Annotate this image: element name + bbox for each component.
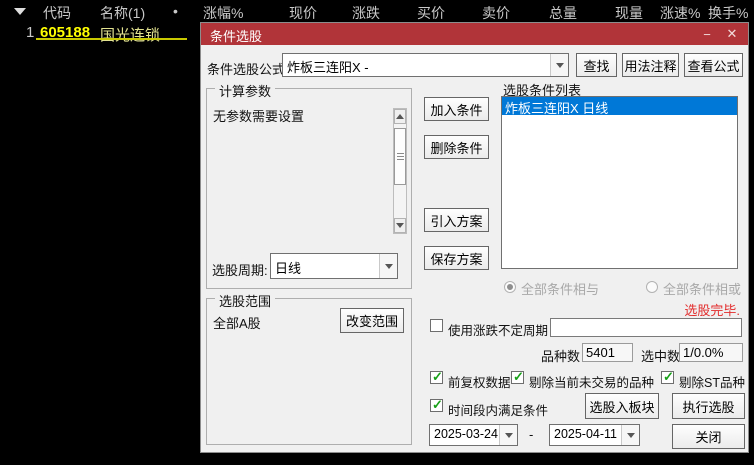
column-header-code[interactable]: 代码: [43, 3, 71, 23]
delete-condition-button[interactable]: 删除条件: [424, 135, 489, 159]
no-params-text: 无参数需要设置: [213, 109, 305, 124]
time-range-checkbox[interactable]: [430, 397, 443, 413]
sort-arrow-icon[interactable]: [14, 8, 26, 15]
date-from-combobox[interactable]: 2025-03-24: [429, 424, 518, 446]
condition-stock-picker-dialog: 条件选股 − ✕ 条件选股公式 炸板三连阳X - 查找 用法注释 查看公式 计算…: [200, 22, 749, 453]
date-separator: -: [529, 427, 534, 442]
change-range-button[interactable]: 改变范围: [340, 308, 404, 333]
dialog-title: 条件选股: [210, 29, 263, 44]
minimize-button[interactable]: −: [696, 23, 718, 45]
date-to-combobox[interactable]: 2025-04-11: [549, 424, 640, 446]
variety-count-label: 品种数: [541, 349, 581, 364]
column-header-bullet: •: [173, 3, 178, 19]
updown-period-input[interactable]: [550, 318, 742, 337]
scroll-up-icon: [396, 114, 404, 119]
date-from-value: 2025-03-24: [434, 427, 498, 441]
scroll-thumb[interactable]: [394, 128, 406, 185]
radio-all-and-label: 全部条件相与: [521, 282, 600, 297]
scroll-up-button[interactable]: [394, 109, 406, 124]
selection-underline: [36, 38, 187, 40]
column-header-buy[interactable]: 买价: [417, 3, 445, 23]
condition-list-item[interactable]: 炸板三连阳X 日线: [502, 97, 737, 116]
formula-combobox[interactable]: 炸板三连阳X -: [282, 53, 569, 77]
save-plan-button[interactable]: 保存方案: [424, 246, 489, 270]
view-formula-button[interactable]: 查看公式: [684, 53, 743, 77]
exclude-st-checkbox[interactable]: [661, 369, 674, 385]
date-to-value: 2025-04-11: [554, 427, 618, 441]
usage-notes-button[interactable]: 用法注释: [622, 53, 679, 77]
close-dialog-button[interactable]: 关闭: [672, 424, 745, 449]
column-header-cur-vol[interactable]: 现量: [615, 3, 643, 23]
thumb-grip-icon: [397, 153, 404, 154]
params-scrollbar[interactable]: [393, 108, 407, 234]
execute-select-button[interactable]: 执行选股: [672, 393, 745, 419]
period-combobox[interactable]: 日线: [270, 253, 398, 279]
forward-adjusted-label: 前复权数据: [448, 376, 511, 390]
close-icon: ✕: [726, 26, 738, 41]
period-value: 日线: [275, 261, 302, 276]
chevron-down-icon[interactable]: [621, 425, 639, 445]
updown-period-label: 使用涨跌不定周期: [448, 324, 549, 338]
range-group-label: 选股范围: [215, 291, 276, 310]
radio-all-or-label: 全部条件相或: [663, 282, 742, 297]
radio-all-or[interactable]: [646, 281, 658, 293]
column-header-change[interactable]: 涨跌: [352, 3, 380, 23]
selected-count-field: 1/0.0%: [679, 343, 743, 362]
chevron-down-icon[interactable]: [550, 54, 568, 76]
radio-all-and[interactable]: [504, 281, 516, 293]
time-range-label: 时间段内满足条件: [448, 404, 549, 418]
exclude-nontrading-checkbox[interactable]: [511, 369, 524, 385]
column-header-sell[interactable]: 卖价: [482, 3, 510, 23]
chevron-down-icon[interactable]: [379, 254, 397, 278]
calc-params-group-label: 计算参数: [215, 81, 276, 100]
import-plan-button[interactable]: 引入方案: [424, 208, 489, 232]
chevron-down-icon[interactable]: [499, 425, 517, 445]
close-button[interactable]: ✕: [721, 23, 743, 45]
dialog-titlebar[interactable]: 条件选股 − ✕: [201, 23, 748, 45]
exclude-st-label: 剔除ST品种: [679, 376, 745, 390]
variety-count-field: 5401: [582, 343, 633, 362]
scroll-down-button[interactable]: [394, 218, 406, 233]
condition-listbox[interactable]: 炸板三连阳X 日线: [501, 96, 738, 269]
status-text: 选股完毕.: [684, 303, 740, 318]
column-header-price[interactable]: 现价: [289, 3, 317, 23]
column-header-turnover[interactable]: 换手%: [708, 3, 748, 23]
exclude-nontrading-label: 剔除当前未交易的品种: [529, 376, 655, 390]
find-button[interactable]: 查找: [576, 53, 617, 77]
updown-period-checkbox[interactable]: [430, 319, 443, 332]
period-label: 选股周期:: [212, 263, 268, 278]
row-index: 1: [26, 24, 35, 41]
formula-label: 条件选股公式: [207, 62, 286, 77]
column-header-total-vol[interactable]: 总量: [549, 3, 577, 23]
minimize-icon: −: [703, 26, 711, 42]
add-condition-button[interactable]: 加入条件: [424, 97, 489, 121]
range-value: 全部A股: [213, 316, 261, 331]
scroll-down-icon: [396, 223, 404, 228]
forward-adjusted-checkbox[interactable]: [430, 369, 443, 385]
column-header-speed[interactable]: 涨速%: [660, 3, 700, 23]
column-header-name[interactable]: 名称(1): [100, 3, 145, 23]
selected-count-label: 选中数: [641, 349, 681, 364]
column-header-change-pct[interactable]: 涨幅%: [203, 3, 243, 23]
stock-name: 国光连锁: [100, 27, 161, 44]
select-to-block-button[interactable]: 选股入板块: [585, 393, 659, 419]
formula-value: 炸板三连阳X -: [287, 60, 369, 75]
